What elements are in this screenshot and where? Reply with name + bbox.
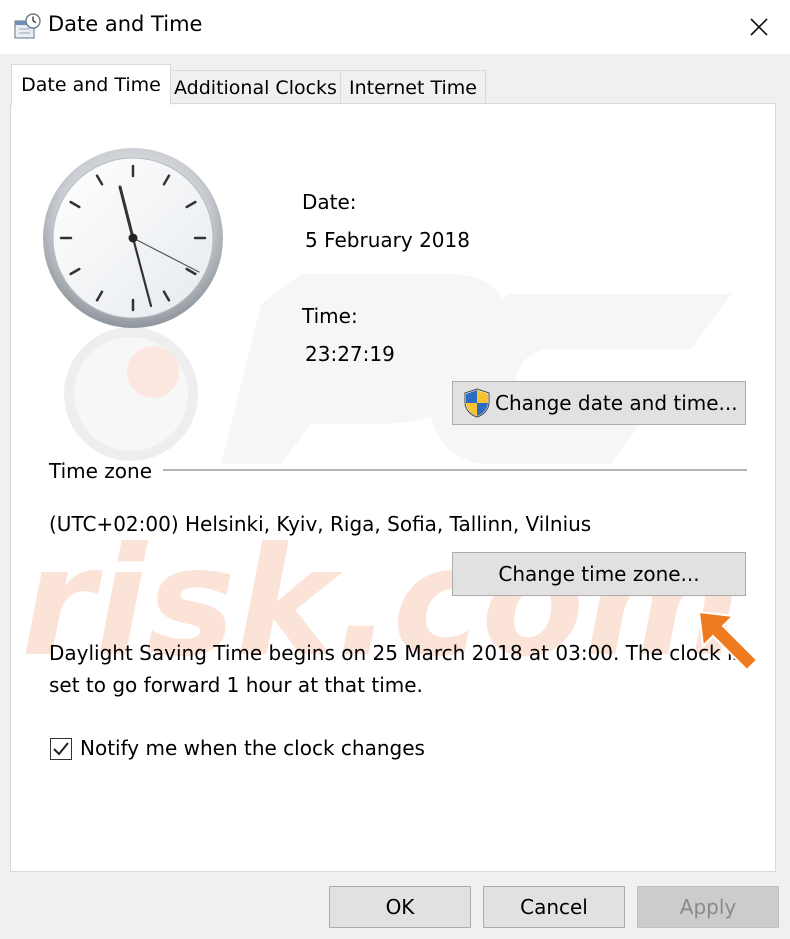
apply-label: Apply <box>679 895 737 919</box>
tab-date-and-time[interactable]: Date and Time <box>11 64 171 105</box>
change-date-time-label: Change date and time... <box>495 391 738 415</box>
date-label: Date: <box>302 190 357 214</box>
time-label: Time: <box>302 304 358 328</box>
uac-shield-icon <box>464 388 490 418</box>
tab-label: Internet Time <box>349 76 477 99</box>
analog-clock-icon <box>43 148 223 328</box>
time-zone-section-label: Time zone <box>49 459 153 483</box>
checkmark-icon <box>53 742 69 756</box>
date-value: 5 February 2018 <box>305 228 470 252</box>
time-value: 23:27:19 <box>305 342 395 366</box>
notify-checkbox[interactable] <box>50 738 72 760</box>
apply-button[interactable]: Apply <box>637 886 779 928</box>
cancel-button[interactable]: Cancel <box>483 886 625 928</box>
change-date-time-button[interactable]: Change date and time... <box>452 381 746 425</box>
ok-button[interactable]: OK <box>329 886 471 928</box>
tab-label: Date and Time <box>21 74 161 96</box>
ok-label: OK <box>385 895 415 919</box>
section-divider <box>163 469 747 471</box>
tab-label: Additional Clocks <box>174 76 337 99</box>
pointer-arrow-icon <box>697 610 759 672</box>
change-time-zone-label: Change time zone... <box>498 562 700 586</box>
date-time-app-icon <box>14 13 41 39</box>
cancel-label: Cancel <box>520 895 588 919</box>
tab-panel: risk.com Date: 5 February 2018 Time: 23:… <box>10 103 776 872</box>
time-zone-value: (UTC+02:00) Helsinki, Kyiv, Riga, Sofia,… <box>49 512 592 536</box>
notify-label[interactable]: Notify me when the clock changes <box>80 736 425 760</box>
title-bar: Date and Time <box>0 0 790 54</box>
window-title: Date and Time <box>48 12 203 36</box>
close-button[interactable] <box>728 0 790 54</box>
tab-additional-clocks[interactable]: Additional Clocks <box>170 70 341 104</box>
dst-info-line-1: Daylight Saving Time begins on 25 March … <box>49 641 739 665</box>
change-time-zone-button[interactable]: Change time zone... <box>452 552 746 596</box>
tab-internet-time[interactable]: Internet Time <box>340 70 486 104</box>
dst-info-line-2: set to go forward 1 hour at that time. <box>49 673 423 697</box>
close-icon <box>750 18 768 36</box>
